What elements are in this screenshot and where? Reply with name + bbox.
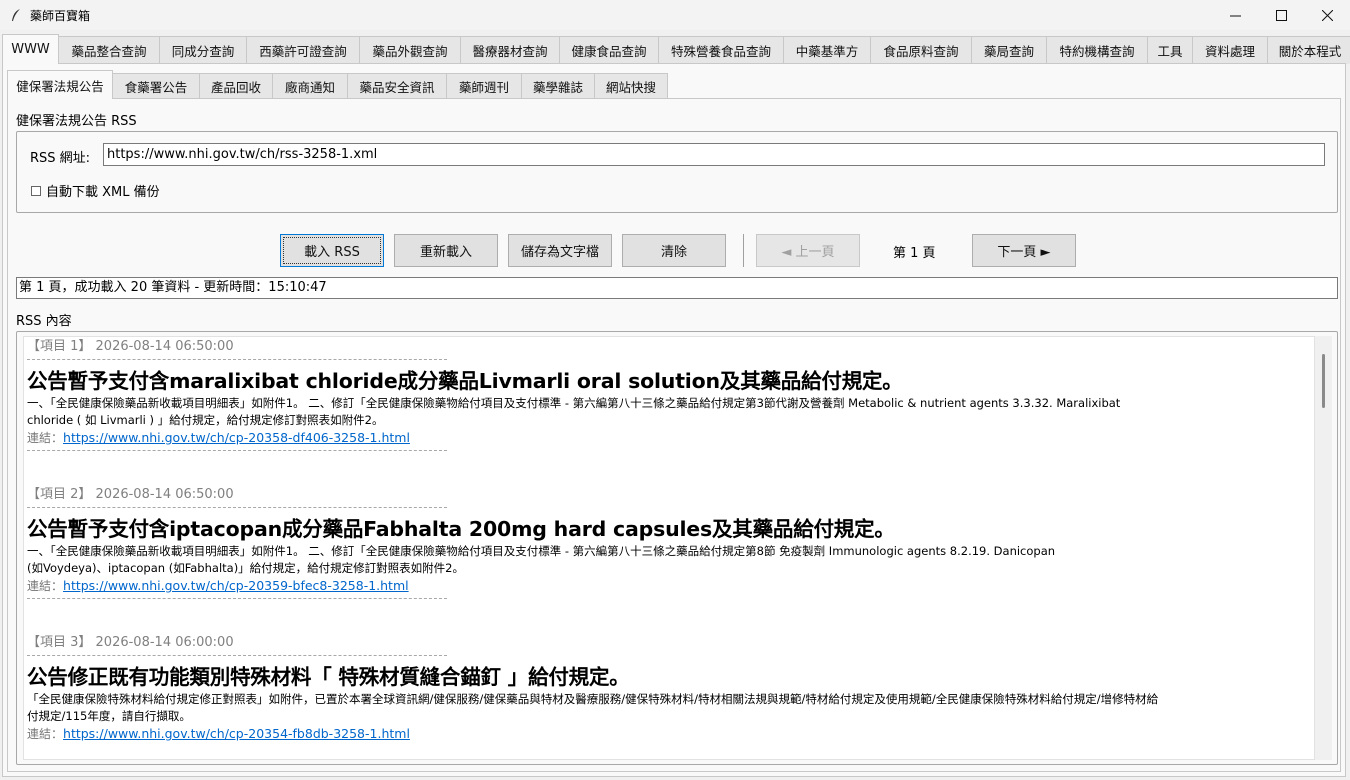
- tab-pharmacy-journal[interactable]: 藥學雜誌: [521, 73, 595, 99]
- tab-pharmacist-weekly[interactable]: 藥師週刊: [446, 73, 522, 99]
- item-description-line: (如Voydeya)、iptacopan (如Fabhalta)」給付規定，給付…: [27, 561, 464, 575]
- tab-contracted-institution-search[interactable]: 特約機構查詢: [1046, 36, 1148, 64]
- item-title: 公告暫予支付含iptacopan成分藥品Fabhalta 200mg hard …: [27, 517, 895, 541]
- toolbar-separator: [743, 234, 744, 267]
- tab-drug-safety-info[interactable]: 藥品安全資訊: [347, 73, 447, 99]
- maximize-button[interactable]: [1258, 0, 1304, 30]
- next-page-button[interactable]: 下一頁 ►: [972, 234, 1076, 267]
- item-meta: 【項目 3】 2026-08-14 06:00:00: [27, 635, 234, 650]
- item-link[interactable]: https://www.nhi.gov.tw/ch/cp-20358-df406…: [63, 430, 410, 445]
- tab-about[interactable]: 關於本程式: [1267, 36, 1350, 64]
- scrollbar-thumb[interactable]: [1322, 354, 1325, 408]
- tab-food-ingredient-search[interactable]: 食品原料查詢: [870, 36, 972, 64]
- item-description-line: chloride ( 如 Livmarli ) 」給付規定，給付規定修訂對照表如…: [27, 413, 384, 427]
- item-link-label: 連結：: [27, 579, 64, 593]
- reload-button[interactable]: 重新載入: [394, 234, 498, 267]
- item-divider: [27, 598, 447, 599]
- item-link-row: 連結：https://www.nhi.gov.tw/ch/cp-20358-df…: [27, 429, 1312, 447]
- minimize-icon: [1229, 15, 1241, 16]
- rss-section-title: 健保署法規公告 RSS: [16, 114, 137, 129]
- tab-www[interactable]: WWW: [2, 34, 59, 64]
- rss-content-text[interactable]: 【項目 1】 2026-08-14 06:50:00 公告暫予支付含marali…: [23, 336, 1315, 760]
- close-icon: [1321, 9, 1333, 21]
- tab-product-recall[interactable]: 產品回收: [199, 73, 273, 99]
- tab-health-food-search[interactable]: 健康食品查詢: [559, 36, 659, 64]
- item-description-line: 「全民健康保險特殊材料給付規定修正對照表」如附件，已置於本署全球資訊網/健保服務…: [27, 692, 1159, 706]
- close-button[interactable]: [1304, 0, 1350, 30]
- item-link-row: 連結：https://www.nhi.gov.tw/ch/cp-20354-fb…: [27, 725, 1312, 743]
- www-panel: 健保署法規公告 食藥署公告 產品回收 廠商通知 藥品安全資訊 藥師週刊 藥學雜誌…: [2, 63, 1346, 777]
- rss-url-input[interactable]: https://www.nhi.gov.tw/ch/rss-3258-1.xml: [103, 143, 1325, 166]
- tab-same-ingredient-search[interactable]: 同成分查詢: [159, 36, 247, 64]
- minimize-button[interactable]: [1212, 0, 1258, 30]
- rss-item: 【項目 3】 2026-08-14 06:00:00 公告修正既有功能類別特殊材…: [27, 633, 1312, 743]
- item-description-line: 一、「全民健康保險藥品新收載項目明細表」如附件1。 二、修訂「全民健康保險藥物給…: [27, 396, 1121, 410]
- prev-page-button[interactable]: ◄ 上一頁: [756, 234, 860, 267]
- rss-content-label: RSS 內容: [16, 314, 72, 329]
- save-text-button[interactable]: 儲存為文字檔: [508, 234, 612, 267]
- tab-pharmacy-search[interactable]: 藥局查詢: [971, 36, 1047, 64]
- tab-license-search[interactable]: 西藥許可證查詢: [246, 36, 360, 64]
- tab-chinese-medicine-formula[interactable]: 中藥基準方: [783, 36, 871, 64]
- tab-nhi-regulation-notice[interactable]: 健保署法規公告: [7, 70, 113, 99]
- tab-tools[interactable]: 工具: [1147, 36, 1193, 64]
- item-divider: [27, 359, 447, 360]
- auto-download-label: 自動下載 XML 備份: [46, 185, 160, 200]
- tab-special-nutrition-search[interactable]: 特殊營養食品查詢: [658, 36, 784, 64]
- auto-download-checkbox[interactable]: [31, 185, 41, 196]
- item-link-label: 連結：: [27, 431, 64, 445]
- title-bar: 藥師百寶箱: [0, 0, 1350, 30]
- item-meta: 【項目 1】 2026-08-14 06:50:00: [27, 339, 234, 354]
- item-link-row: 連結：https://www.nhi.gov.tw/ch/cp-20359-bf…: [27, 577, 1312, 595]
- item-title: 公告暫予支付含maralixibat chloride成分藥品Livmarli …: [27, 369, 903, 393]
- tab-drug-integrated-search[interactable]: 藥品整合查詢: [58, 36, 160, 64]
- item-description-line: 一、「全民健康保險藥品新收載項目明細表」如附件1。 二、修訂「全民健康保險藥物給…: [27, 544, 1056, 558]
- tab-data-processing[interactable]: 資料處理: [1192, 36, 1268, 64]
- item-divider: [27, 655, 447, 656]
- item-link[interactable]: https://www.nhi.gov.tw/ch/cp-20359-bfec8…: [63, 578, 409, 593]
- item-title: 公告修正既有功能類別特殊材料「 特殊材質縫合錨釘 」給付規定。: [27, 665, 630, 689]
- item-description-line: 付規定/115年度，請自行擷取。: [27, 709, 191, 723]
- feather-icon: [8, 7, 24, 23]
- maximize-icon: [1275, 9, 1287, 21]
- rss-item: 【項目 2】 2026-08-14 06:50:00 公告暫予支付含iptaco…: [27, 485, 1312, 599]
- rss-url-label: RSS 網址:: [30, 151, 91, 166]
- tab-fda-notice[interactable]: 食藥署公告: [112, 73, 200, 99]
- rss-settings-frame: RSS 網址: https://www.nhi.gov.tw/ch/rss-32…: [16, 131, 1338, 213]
- page-indicator: 第 1 頁: [893, 246, 936, 261]
- status-field: 第 1 頁，成功載入 20 筆資料 - 更新時間：15:10:47: [16, 277, 1338, 299]
- item-divider: [27, 507, 447, 508]
- auto-download-row: 自動下載 XML 備份: [31, 181, 160, 200]
- item-meta: 【項目 2】 2026-08-14 06:50:00: [27, 487, 234, 502]
- window-title: 藥師百寶箱: [30, 8, 91, 23]
- tab-appearance-search[interactable]: 藥品外觀查詢: [359, 36, 461, 64]
- sub-tab-bar: 健保署法規公告 食藥署公告 產品回收 廠商通知 藥品安全資訊 藥師週刊 藥學雜誌…: [7, 69, 668, 99]
- tab-manufacturer-notice[interactable]: 廠商通知: [272, 73, 348, 99]
- tab-medical-device-search[interactable]: 醫療器材查詢: [460, 36, 560, 64]
- rss-content-frame: 【項目 1】 2026-08-14 06:50:00 公告暫予支付含marali…: [16, 331, 1338, 765]
- content-scrollbar[interactable]: [1315, 336, 1332, 760]
- main-tab-bar: WWW 藥品整合查詢 同成分查詢 西藥許可證查詢 藥品外觀查詢 醫療器材查詢 健…: [2, 34, 1350, 64]
- nhi-rss-panel: 健保署法規公告 RSS RSS 網址: https://www.nhi.gov.…: [7, 98, 1341, 772]
- item-divider: [27, 450, 447, 451]
- rss-item: 【項目 1】 2026-08-14 06:50:00 公告暫予支付含marali…: [27, 337, 1312, 451]
- load-rss-button[interactable]: 載入 RSS: [280, 234, 384, 267]
- tab-website-quick-search[interactable]: 網站快搜: [594, 73, 668, 99]
- clear-button[interactable]: 清除: [622, 234, 726, 267]
- item-link[interactable]: https://www.nhi.gov.tw/ch/cp-20354-fb8db…: [63, 726, 410, 741]
- item-link-label: 連結：: [27, 727, 64, 741]
